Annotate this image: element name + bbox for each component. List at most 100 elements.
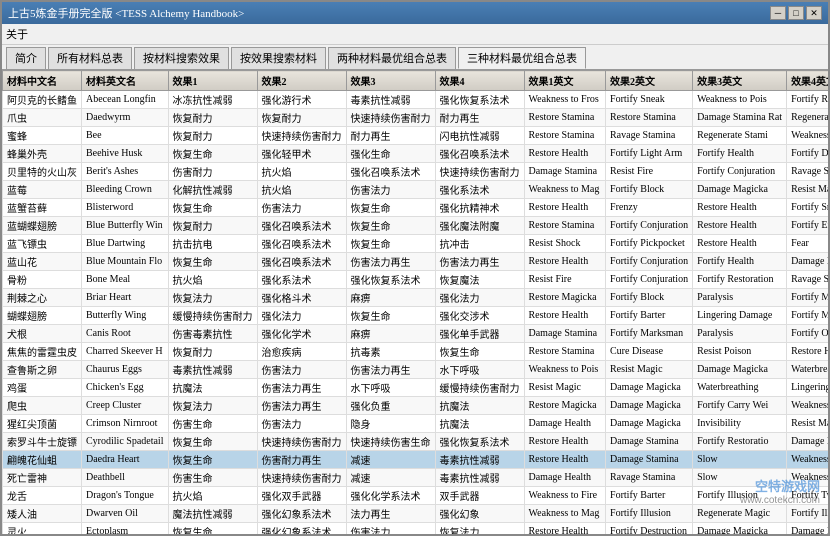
col-header-3[interactable]: 效果2 [257,71,346,91]
col-header-4[interactable]: 效果3 [346,71,435,91]
col-header-1[interactable]: 材料英文名 [82,71,169,91]
cell-6-0: 蓝蟹苔藓 [3,199,82,217]
cell-1-4: 快速持续伤害耐力 [346,109,435,127]
table-row[interactable]: 焦焦的雷霆虫皮Charred Skeever H恢复耐力治愈疾病抗毒素恢复生命R… [3,343,829,361]
tab-2[interactable]: 按材料搜索效果 [134,47,229,69]
cell-13-1: Canis Root [82,325,169,343]
table-row[interactable]: 查鲁斯之卵Chaurus Eggs毒素抗性减弱伤害法力伤害法力再生水下呼吸Wea… [3,361,829,379]
tab-5[interactable]: 三种材料最优组合总表 [458,47,586,69]
tab-0[interactable]: 简介 [6,47,46,69]
tab-3[interactable]: 按效果搜索材料 [231,47,326,69]
menu-about[interactable]: 关于 [6,29,28,41]
table-row[interactable]: 蜜蜂Bee恢复耐力快速持续伤害耐力耐力再生闪电抗性减弱Restore Stami… [3,127,829,145]
cell-18-6: Damage Health [524,415,606,433]
tab-1[interactable]: 所有材料总表 [48,47,132,69]
cell-13-0: 犬根 [3,325,82,343]
tab-4[interactable]: 两种材料最优组合总表 [328,47,456,69]
table-row[interactable]: 贝里特的火山灰Berit's Ashes伤害耐力抗火焰强化召唤系法术快速持续伤害… [3,163,829,181]
cell-7-6: Restore Stamina [524,217,606,235]
cell-19-1: Cyrodilic Spadetail [82,433,169,451]
cell-4-6: Damage Stamina [524,163,606,181]
table-row[interactable]: 蓝莓Bleeding Crown化解抗性减弱抗火焰伤害法力强化系法术Weakne… [3,181,829,199]
table-row[interactable]: 灵火Ectoplasm恢复生命强化幻象系法术伤害法力恢复法力Restore He… [3,523,829,535]
cell-6-8: Restore Health [693,199,787,217]
cell-11-6: Restore Magicka [524,289,606,307]
close-button[interactable]: ✕ [806,6,822,20]
table-row[interactable]: 翩魄花仙蛆Daedra Heart恢复生命伤害耐力再生减速毒素抗性减弱Resto… [3,451,829,469]
table-row[interactable]: 爪虫Daedwyrm恢复耐力恢复耐力快速持续伤害耐力耐力再生Restore St… [3,109,829,127]
cell-23-4: 法力再生 [346,505,435,523]
cell-19-4: 快速持续伤害生命 [346,433,435,451]
table-row[interactable]: 龙舌Dragon's Tongue抗火焰强化双手武器强化化学系法术双手武器Wea… [3,487,829,505]
title-bar: 上古5炼金手册完全版 <TESS Alchemy Handbook> ─ □ ✕ [2,2,828,24]
cell-8-2: 抗击抗电 [168,235,257,253]
cell-6-9: Fortify Smithing [787,199,828,217]
cell-0-6: Weakness to Fros [524,91,606,109]
cell-9-9: Damage Magicka [787,253,828,271]
cell-10-8: Fortify Restoration [693,271,787,289]
col-header-6[interactable]: 效果1英文 [524,71,606,91]
cell-16-4: 水下呼吸 [346,379,435,397]
cell-6-6: Restore Health [524,199,606,217]
cell-18-4: 隐身 [346,415,435,433]
cell-2-0: 蜜蜂 [3,127,82,145]
cell-19-5: 强化恢复系法术 [435,433,524,451]
cell-1-3: 恢复耐力 [257,109,346,127]
cell-5-4: 伤害法力 [346,181,435,199]
cell-15-8: Damage Magicka [693,361,787,379]
watermark-logo: 空特游戏网 [755,476,820,495]
table-row[interactable]: 蜂巢外壳Beehive Husk恢复生命强化轻甲术强化生命强化召唤系法术Rest… [3,145,829,163]
table-row[interactable]: 蝴蝶翅膀Butterfly Wing缓慢持续伤害耐力强化法力恢复生命强化交涉术R… [3,307,829,325]
cell-0-0: 阿贝克的长鳍鱼 [3,91,82,109]
col-header-8[interactable]: 效果3英文 [693,71,787,91]
table-row[interactable]: 猩红尖顶菌Crimson Nirnroot伤害生命伤害法力隐身抗魔法Damage… [3,415,829,433]
cell-20-3: 伤害耐力再生 [257,451,346,469]
cell-10-9: Ravage Stamina [787,271,828,289]
cell-17-3: 伤害法力再生 [257,397,346,415]
cell-3-1: Beehive Husk [82,145,169,163]
cell-11-4: 麻痹 [346,289,435,307]
maximize-button[interactable]: □ [788,6,804,20]
cell-12-2: 缓慢持续伤害耐力 [168,307,257,325]
cell-18-0: 猩红尖顶菌 [3,415,82,433]
cell-9-1: Blue Mountain Flo [82,253,169,271]
cell-13-7: Fortify Marksman [606,325,693,343]
cell-16-7: Damage Magicka [606,379,693,397]
table-row[interactable]: 蓝蟹苔藓Blisterword恢复生命伤害法力恢复生命强化抗精神术Restore… [3,199,829,217]
table-row[interactable]: 爬虫Creep Cluster恢复法力伤害法力再生强化负重抗魔法Restore … [3,397,829,415]
cell-15-0: 查鲁斯之卵 [3,361,82,379]
col-header-2[interactable]: 效果1 [168,71,257,91]
table-row[interactable]: 犬根Canis Root伤害毒素抗性强化化学术麻痹强化单手武器Damage St… [3,325,829,343]
cell-5-3: 抗火焰 [257,181,346,199]
col-header-7[interactable]: 效果2英文 [606,71,693,91]
cell-24-0: 灵火 [3,523,82,535]
table-row[interactable]: 蓝山花Blue Mountain Flo恢复生命强化召唤系法术伤害法力再生伤害法… [3,253,829,271]
table-row[interactable]: 鸡蛋Chicken's Egg抗魔法伤害法力再生水下呼吸缓慢持续伤害耐力Resi… [3,379,829,397]
table-row[interactable]: 骨粉Bone Meal抗火焰强化系法术强化恢复系法术恢复魔法Resist Fir… [3,271,829,289]
minimize-button[interactable]: ─ [770,6,786,20]
col-header-5[interactable]: 效果4 [435,71,524,91]
col-header-9[interactable]: 效果4英文 [787,71,828,91]
table-row[interactable]: 死亡雷神Deathbell伤害生命快速持续伤害耐力减速毒素抗性减弱Damage … [3,469,829,487]
table-row[interactable]: 阿贝克的长鳍鱼Abecean Longfin冰冻抗性减弱强化游行术毒素抗性减弱强… [3,91,829,109]
cell-0-3: 强化游行术 [257,91,346,109]
cell-14-5: 恢复生命 [435,343,524,361]
table-row[interactable]: 蓝蝴蝶翅膀Blue Butterfly Win恢复耐力强化召唤系法术恢复生命强化… [3,217,829,235]
cell-0-9: Fortify Restoration [787,91,828,109]
table-row[interactable]: 矮人油Dwarven Oil魔法抗性减弱强化幻象系法术法力再生强化幻象Weakn… [3,505,829,523]
cell-0-5: 强化恢复系法术 [435,91,524,109]
cell-13-4: 麻痹 [346,325,435,343]
table-row[interactable]: 蓝飞镖虫Blue Dartwing抗击抗电强化召唤系法术恢复生命抗冲击Resis… [3,235,829,253]
cell-3-5: 强化召唤系法术 [435,145,524,163]
table-row[interactable]: 荆棘之心Briar Heart恢复法力强化格斗术麻痹强化法力Restore Ma… [3,289,829,307]
cell-24-3: 强化幻象系法术 [257,523,346,535]
cell-5-8: Damage Magicka [693,181,787,199]
cell-2-8: Regenerate Stami [693,127,787,145]
cell-16-6: Resist Magic [524,379,606,397]
cell-14-2: 恢复耐力 [168,343,257,361]
cell-15-4: 伤害法力再生 [346,361,435,379]
table-row[interactable]: 索罗斗牛士旋镖Cyrodilic Spadetail恢复生命快速持续伤害耐力快速… [3,433,829,451]
cell-23-2: 魔法抗性减弱 [168,505,257,523]
table-container[interactable]: 材料中文名材料英文名效果1效果2效果3效果4效果1英文效果2英文效果3英文效果4… [2,70,828,534]
col-header-0[interactable]: 材料中文名 [3,71,82,91]
